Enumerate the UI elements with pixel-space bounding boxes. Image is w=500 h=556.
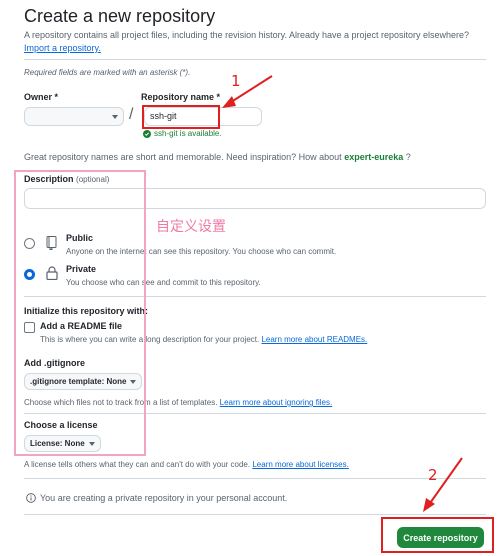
repository-name-label: Repository name *: [141, 92, 221, 102]
readme-learn-more-link[interactable]: Learn more about READMEs.: [261, 335, 367, 344]
suggested-name-link[interactable]: expert-eureka: [344, 152, 403, 162]
private-notice-text: You are creating a private repository in…: [40, 493, 288, 503]
owner-select[interactable]: [24, 107, 124, 126]
check-circle-icon: [143, 129, 151, 138]
chevron-down-icon: [112, 114, 118, 119]
gitignore-learn-more-link[interactable]: Learn more about ignoring files.: [220, 398, 333, 407]
annotation-box-repository-name: [142, 105, 220, 129]
divider: [24, 59, 486, 60]
required-fields-note: Required fields are marked with an aster…: [24, 68, 191, 77]
license-help: A license tells others what they can and…: [24, 460, 349, 469]
page-subtitle: A repository contains all project files,…: [24, 30, 470, 40]
custom-settings-highlight: [14, 170, 146, 456]
import-repository-link[interactable]: Import a repository.: [24, 43, 101, 53]
custom-settings-annotation: 自定义设置: [156, 219, 226, 235]
annotation-arrow-1: [222, 75, 273, 108]
license-description: A license tells others what they can and…: [24, 460, 251, 469]
private-notice: You are creating a private repository in…: [26, 493, 287, 503]
name-suggestion: Great repository names are short and mem…: [24, 152, 411, 162]
suggestion-suffix: ?: [405, 152, 411, 162]
annotation-number-1: 1: [231, 72, 241, 90]
annotation-number-2: 2: [428, 466, 438, 484]
divider: [24, 514, 486, 515]
page-title: Create a new repository: [24, 6, 216, 26]
owner-slash: /: [129, 106, 134, 123]
availability-status: ssh-git is available.: [143, 129, 222, 138]
availability-text: ssh-git is available.: [154, 129, 222, 138]
info-icon: [26, 493, 36, 503]
license-learn-more-link[interactable]: Learn more about licenses.: [252, 460, 349, 469]
owner-label: Owner *: [24, 92, 59, 102]
divider: [24, 478, 486, 479]
annotation-box-create-button: [381, 517, 494, 553]
suggestion-text: Great repository names are short and mem…: [24, 152, 342, 162]
annotation-arrow-2: [423, 457, 463, 512]
